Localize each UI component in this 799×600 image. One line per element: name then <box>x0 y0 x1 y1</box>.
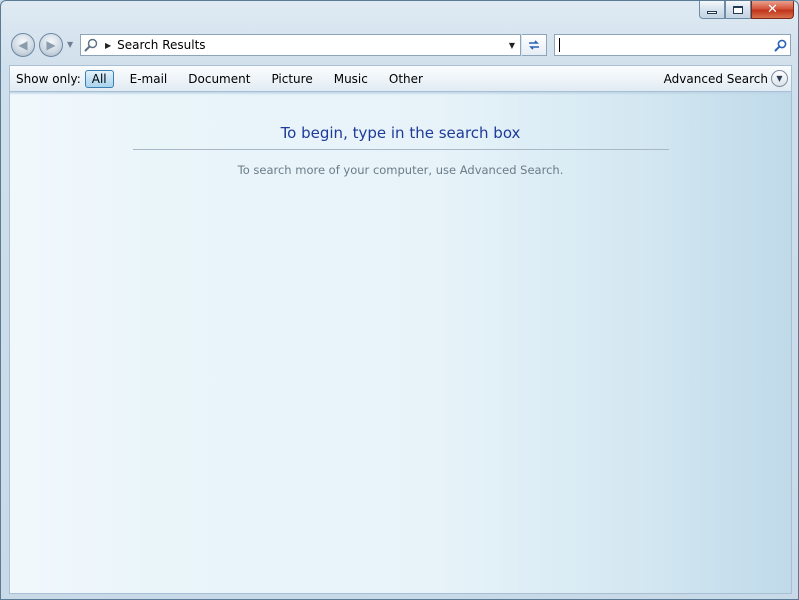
filter-music-button[interactable]: Music <box>327 70 375 88</box>
filter-document-button[interactable]: Document <box>181 70 257 88</box>
filter-other-button[interactable]: Other <box>382 70 430 88</box>
show-only-label: Show only: <box>16 71 81 86</box>
empty-state-hint: To search more of your computer, use Adv… <box>237 163 564 177</box>
minimize-button[interactable] <box>699 1 725 19</box>
minimize-icon <box>707 11 717 14</box>
search-icon <box>774 39 786 51</box>
maximize-button[interactable] <box>725 1 751 19</box>
recent-pages-dropdown[interactable]: ▼ <box>67 40 73 49</box>
back-button[interactable]: ◀ <box>11 33 35 57</box>
divider <box>133 149 669 150</box>
breadcrumb-search-results[interactable]: Search Results <box>117 38 504 52</box>
close-icon: ✕ <box>767 2 778 17</box>
filter-picture-button[interactable]: Picture <box>264 70 319 88</box>
navigation-bar: ◀ ▶ ▼ ▶ Search Results ▼ <box>1 30 798 60</box>
search-box[interactable] <box>554 34 791 56</box>
close-button[interactable]: ✕ <box>751 1 794 19</box>
search-results-window: ✕ ◀ ▶ ▼ ▶ Search Results ▼ Show only: Al… <box>0 0 799 600</box>
breadcrumb-chevron-icon[interactable]: ▶ <box>105 41 111 50</box>
address-history-dropdown[interactable]: ▼ <box>504 35 520 55</box>
filter-email-button[interactable]: E-mail <box>123 70 175 88</box>
forward-button[interactable]: ▶ <box>39 33 63 57</box>
filter-toolbar: Show only: All E-mail Document Picture M… <box>9 65 792 91</box>
advanced-search-label[interactable]: Advanced Search <box>664 72 768 86</box>
caption-buttons: ✕ <box>699 1 794 21</box>
forward-arrow-icon: ▶ <box>46 38 56 52</box>
chevron-down-icon[interactable]: ▼ <box>771 70 788 87</box>
search-folder-icon <box>81 35 101 55</box>
results-pane: To begin, type in the search box To sear… <box>9 91 792 594</box>
back-arrow-icon: ◀ <box>18 38 28 52</box>
filter-all-button[interactable]: All <box>84 69 114 88</box>
search-input[interactable] <box>560 36 770 54</box>
search-button[interactable] <box>770 35 790 55</box>
refresh-button[interactable] <box>522 34 547 56</box>
advanced-search-toggle[interactable]: Advanced Search ▼ <box>664 70 788 87</box>
refresh-icon <box>529 40 539 50</box>
maximize-icon <box>733 5 743 14</box>
address-bar[interactable]: ▶ Search Results ▼ <box>80 34 521 56</box>
empty-state-title: To begin, type in the search box <box>280 124 521 142</box>
